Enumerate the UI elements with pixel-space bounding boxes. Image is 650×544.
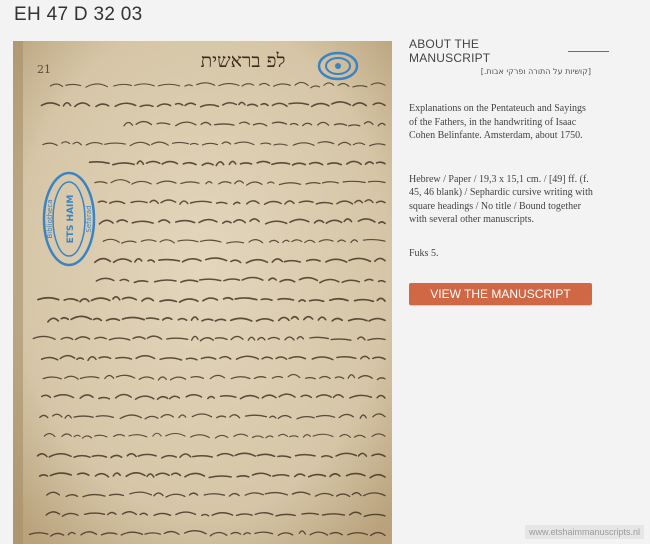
heading-rule xyxy=(567,50,609,52)
footer-url[interactable]: www.etshaimmanuscripts.nl xyxy=(524,525,644,539)
hebrew-subtitle: [קושיות על התורה ופרקי אבות.] xyxy=(480,67,591,76)
physical-description: Hebrew / Paper / 19,3 x 15,1 cm. / [49] … xyxy=(409,173,593,226)
manuscript-description: Explanations on the Pentateuch and Sayin… xyxy=(409,103,586,141)
manuscript-image[interactable]: לפ בראשית 21 Bibliotheca ETS HAIM Sefara… xyxy=(13,41,392,544)
catalogue-reference: Fuks 5. xyxy=(409,247,439,259)
info-heading-text: ABOUT THE MANUSCRIPT xyxy=(409,37,491,65)
manuscript-page-svg: לפ בראשית 21 Bibliotheca ETS HAIM Sefara… xyxy=(13,41,392,544)
info-heading: ABOUT THE MANUSCRIPT xyxy=(409,37,609,65)
manuscript-header-text: לפ בראשית xyxy=(201,50,286,72)
stamp-line-1: Bibliotheca xyxy=(46,200,54,239)
page-title: EH 47 D 32 03 xyxy=(14,4,143,25)
stamp-line-3: Sefarad xyxy=(85,205,93,232)
stamp-line-2: ETS HAIM xyxy=(66,195,76,244)
manuscript-info-panel: ABOUT THE MANUSCRIPT [קושיות על התורה ופ… xyxy=(409,37,609,259)
view-manuscript-button[interactable]: VIEW THE MANUSCRIPT xyxy=(409,283,592,305)
folio-mark: 21 xyxy=(37,63,51,76)
